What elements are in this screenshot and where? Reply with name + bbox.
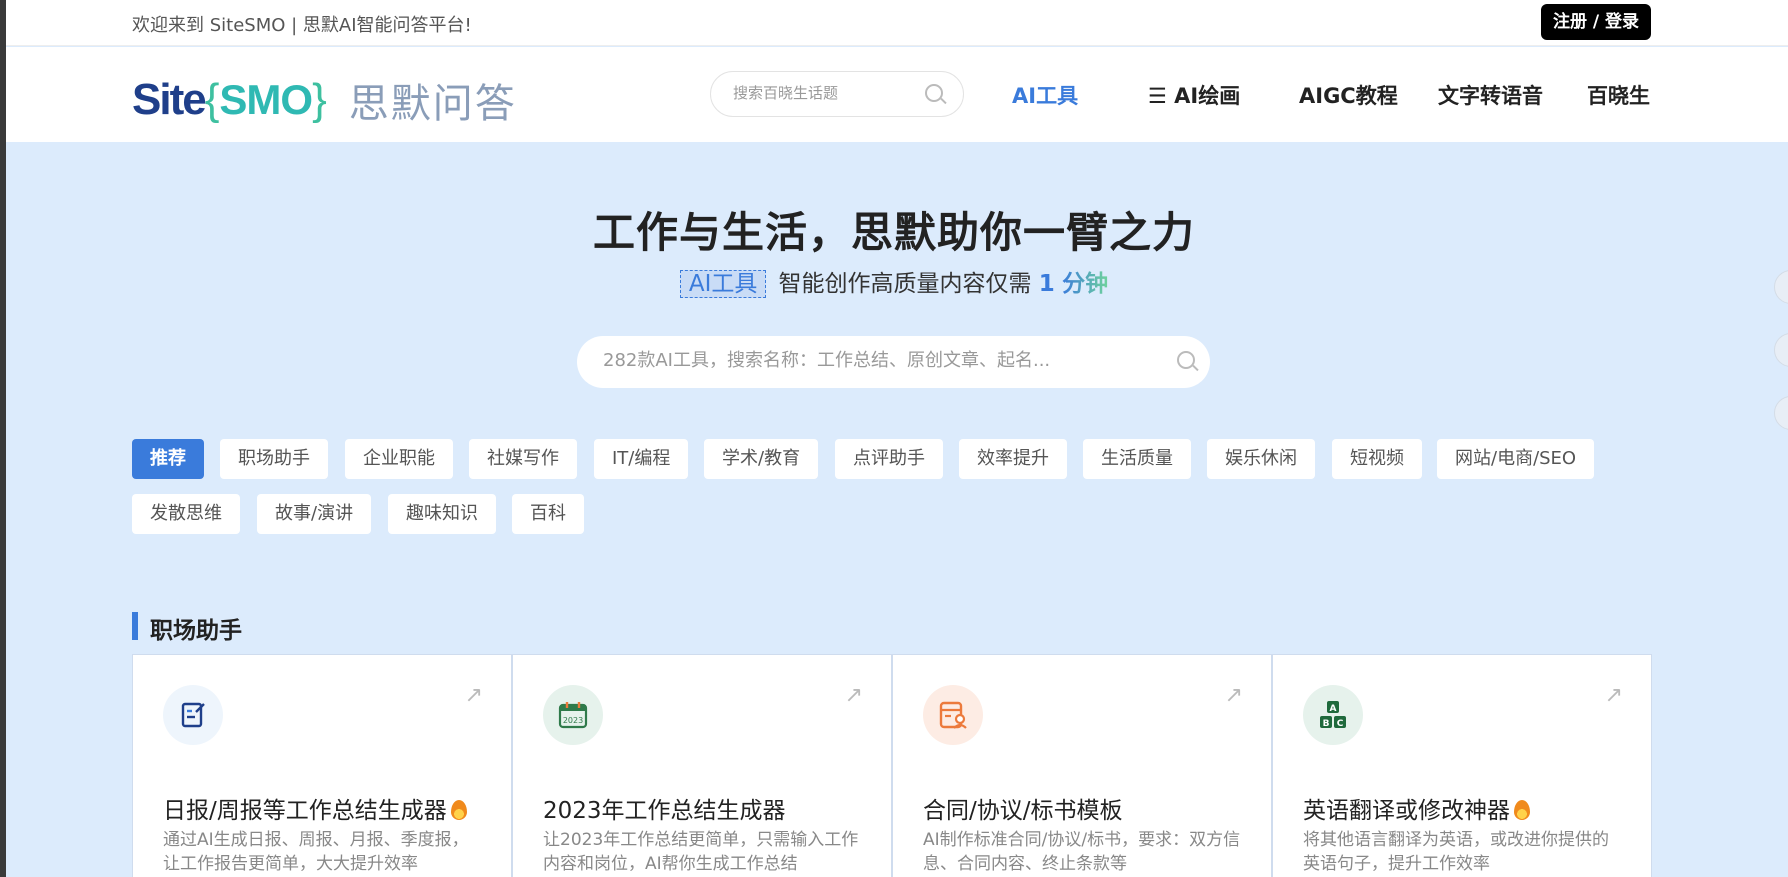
category-tab[interactable]: 网站/电商/SEO bbox=[1437, 439, 1595, 479]
tool-card[interactable]: ↗ 日报/周报等工作总结生成器 通过AI生成日报、周报、月报、季度报，让工作报告… bbox=[132, 654, 512, 877]
category-tab[interactable]: 职场助手 bbox=[220, 439, 328, 479]
main-search-box[interactable] bbox=[577, 336, 1210, 388]
open-arrow-icon[interactable]: ↗ bbox=[1225, 683, 1243, 708]
logo-site-text: Site bbox=[132, 75, 207, 124]
contract-icon bbox=[923, 685, 983, 745]
logo-brace: { bbox=[204, 75, 220, 124]
open-arrow-icon[interactable]: ↗ bbox=[1605, 683, 1623, 708]
header-search-input[interactable] bbox=[733, 84, 913, 102]
hero-subtitle: AI工具 智能创作高质量内容仅需 1 分钟 bbox=[0, 264, 1788, 298]
section-title: 职场助手 bbox=[150, 618, 242, 644]
logo-cn-text: 思默问答 bbox=[348, 81, 517, 127]
svg-text:C: C bbox=[1337, 719, 1344, 729]
search-icon[interactable] bbox=[1177, 351, 1199, 373]
category-tab[interactable]: 发散思维 bbox=[132, 494, 240, 534]
nav-ai-tools[interactable]: AI工具 bbox=[1012, 80, 1078, 110]
tool-card[interactable]: 2023 ↗ 2023年工作总结生成器 让2023年工作总结更简单，只需输入工作… bbox=[512, 654, 892, 877]
hero-title: 工作与生活，思默助你一臂之力 bbox=[592, 208, 1195, 257]
nav-text-to-speech[interactable]: 文字转语音 bbox=[1438, 80, 1543, 110]
svg-text:2023: 2023 bbox=[563, 716, 583, 725]
category-tab[interactable]: 百科 bbox=[512, 494, 584, 534]
side-float-button[interactable] bbox=[1774, 333, 1788, 367]
logo-brace: } bbox=[312, 75, 327, 124]
category-tab[interactable]: 企业职能 bbox=[345, 439, 453, 479]
welcome-text: 欢迎来到 SiteSMO | 思默AI智能问答平台! bbox=[132, 15, 472, 36]
category-tab[interactable]: 效率提升 bbox=[959, 439, 1067, 479]
category-tab[interactable]: 社媒写作 bbox=[469, 439, 577, 479]
nav-baixiaosheng[interactable]: 百晓生 bbox=[1587, 80, 1650, 110]
card-title: 2023年工作总结生成器 bbox=[543, 798, 786, 824]
search-icon[interactable] bbox=[925, 84, 947, 106]
card-description: 将其他语言翻译为英语，或改进你提供的英语句子，提升工作效率 bbox=[1303, 830, 1609, 874]
top-bar: 欢迎来到 SiteSMO | 思默AI智能问答平台! 注册 / 登录 bbox=[6, 0, 1788, 46]
category-tab[interactable]: 故事/演讲 bbox=[257, 494, 372, 534]
open-arrow-icon[interactable]: ↗ bbox=[845, 683, 863, 708]
nav-ai-drawing[interactable]: ☰ AI绘画 bbox=[1148, 80, 1240, 110]
header-search-box[interactable] bbox=[710, 71, 964, 117]
card-title: 英语翻译或修改神器 bbox=[1303, 791, 1530, 825]
login-register-button[interactable]: 注册 / 登录 bbox=[1541, 4, 1652, 40]
edit-icon bbox=[163, 685, 223, 745]
category-tab[interactable]: IT/编程 bbox=[594, 439, 689, 479]
category-tab[interactable]: 生活质量 bbox=[1083, 439, 1191, 479]
hero-unit: 分钟 bbox=[1062, 271, 1109, 297]
main-header: Site { SMO } 思默问答 AI工具 ☰ AI绘画 AIGC教程 文字转… bbox=[6, 47, 1788, 142]
logo-smo-text: SMO bbox=[219, 76, 313, 123]
category-tab[interactable]: 学术/教育 bbox=[704, 439, 819, 479]
tool-card[interactable]: ABC ↗ 英语翻译或修改神器 将其他语言翻译为英语，或改进你提供的英语句子，提… bbox=[1272, 654, 1652, 877]
nav-aigc-tutorial[interactable]: AIGC教程 bbox=[1299, 80, 1398, 110]
card-description: 通过AI生成日报、周报、月报、季度报，让工作报告更简单，大大提升效率 bbox=[163, 830, 469, 874]
hero-sub-text: 智能创作高质量内容仅需 bbox=[778, 271, 1032, 297]
svg-text:B: B bbox=[1323, 719, 1330, 729]
category-tab[interactable]: 短视频 bbox=[1332, 439, 1422, 479]
category-tab[interactable]: 趣味知识 bbox=[388, 494, 496, 534]
hero-number: 1 bbox=[1038, 271, 1055, 297]
calendar-icon: 2023 bbox=[543, 685, 603, 745]
card-description: 让2023年工作总结更简单，只需输入工作内容和岗位，AI帮你生成工作总结 bbox=[543, 830, 859, 874]
card-title: 日报/周报等工作总结生成器 bbox=[163, 791, 467, 825]
side-float-button[interactable] bbox=[1774, 396, 1788, 430]
card-title: 合同/协议/标书模板 bbox=[923, 798, 1123, 824]
hot-flame-icon bbox=[450, 800, 467, 820]
category-tab[interactable]: 点评助手 bbox=[835, 439, 943, 479]
category-tab-recommended[interactable]: 推荐 bbox=[132, 439, 204, 479]
site-logo[interactable]: Site { SMO } 思默问答 bbox=[132, 71, 517, 129]
section-accent-bar bbox=[132, 612, 138, 640]
hero-tag: AI工具 bbox=[679, 270, 767, 298]
abc-blocks-icon: ABC bbox=[1303, 685, 1363, 745]
tool-card[interactable]: ↗ 合同/协议/标书模板 AI制作标准合同/协议/标书，要求：双方信息、合同内容… bbox=[892, 654, 1272, 877]
hot-flame-icon bbox=[1514, 800, 1530, 820]
open-arrow-icon[interactable]: ↗ bbox=[465, 683, 483, 708]
category-tab[interactable]: 娱乐休闲 bbox=[1207, 439, 1315, 479]
card-description: AI制作标准合同/协议/标书，要求：双方信息、合同内容、终止条款等 bbox=[923, 830, 1241, 874]
svg-text:A: A bbox=[1330, 704, 1337, 714]
main-search-input[interactable] bbox=[603, 350, 1143, 371]
